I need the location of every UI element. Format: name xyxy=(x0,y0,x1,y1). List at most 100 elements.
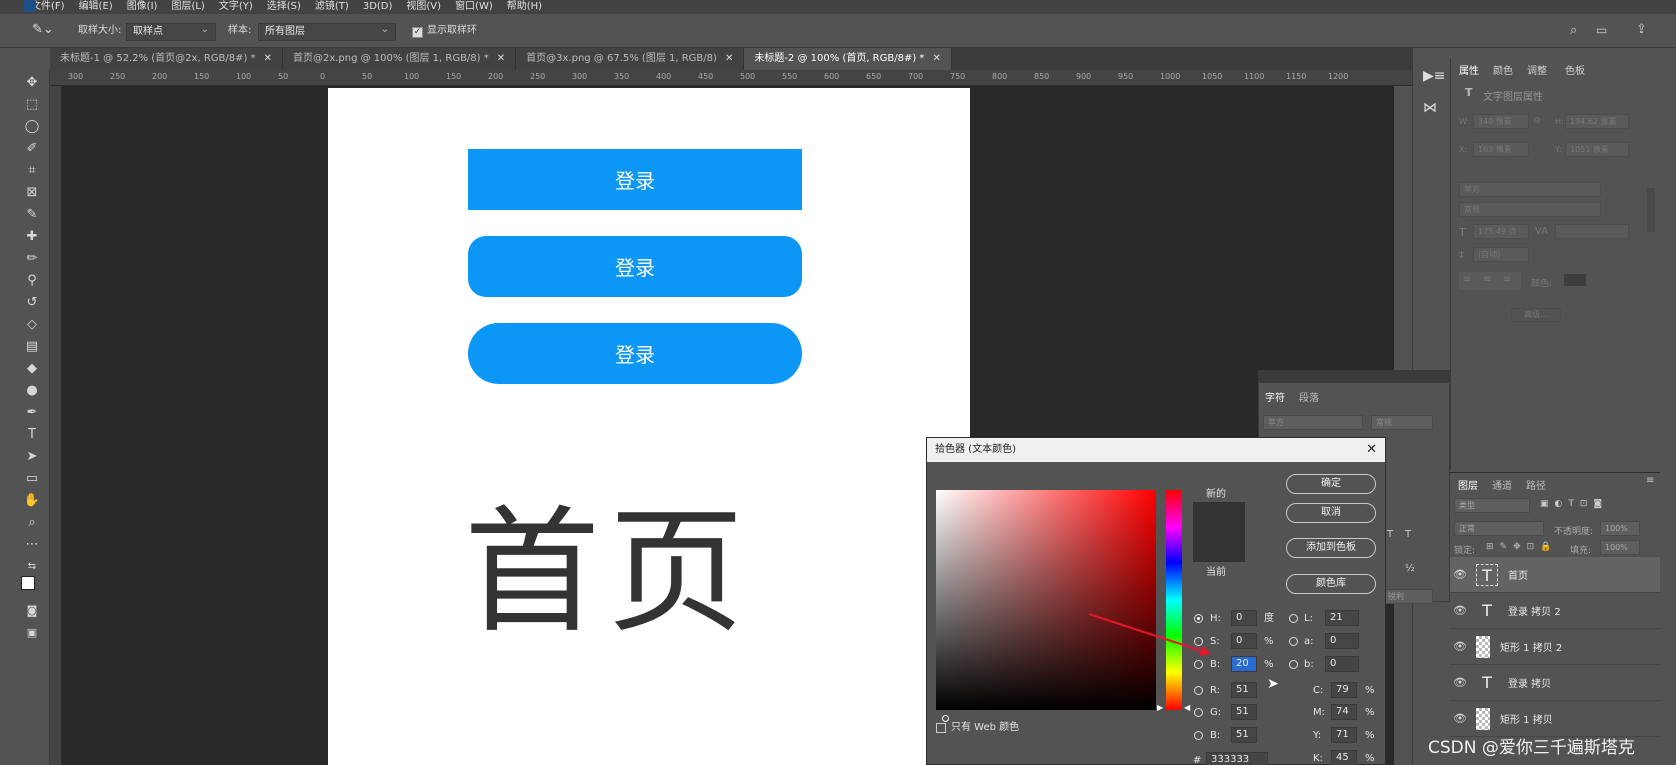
login-button-rect[interactable]: 登录 xyxy=(468,149,802,210)
hue-slider[interactable] xyxy=(1166,490,1182,710)
close-icon[interactable]: ✕ xyxy=(497,48,505,70)
web-only-checkbox[interactable] xyxy=(936,723,946,733)
tab-document-3[interactable]: 首页@3x.png @ 67.5% (图层 1, RGB/8) ✕ xyxy=(516,48,745,70)
fill-field[interactable]: 100% xyxy=(1600,540,1640,555)
tab-document-1[interactable]: 未标题-1 @ 52.2% (首页@2x, RGB/8#) * ✕ xyxy=(50,48,283,70)
layer-row[interactable]: 👁 T 首页 xyxy=(1450,557,1660,593)
workspace-icon[interactable]: ▭ xyxy=(1596,23,1607,37)
layer-row[interactable]: 👁 T 登录 拷贝 xyxy=(1450,665,1660,701)
eyedropper-tool-icon[interactable]: ✎ xyxy=(22,206,42,224)
ok-button[interactable]: 确定 xyxy=(1286,474,1376,494)
layer-row[interactable]: 👁 矩形 1 拷贝 2 xyxy=(1450,629,1660,665)
crop-tool-icon[interactable]: ⌗ xyxy=(22,162,42,180)
eraser-tool-icon[interactable]: ◇ xyxy=(22,316,42,334)
g-radio[interactable] xyxy=(1194,708,1203,717)
b-input[interactable]: 20 xyxy=(1231,656,1257,672)
layer-filter-select[interactable]: 类型 xyxy=(1454,498,1530,513)
quick-select-tool-icon[interactable]: ✐ xyxy=(22,140,42,158)
frame-tool-icon[interactable]: ⊠ xyxy=(22,184,42,202)
more-tools-icon[interactable]: ⋯ xyxy=(22,536,42,554)
sample-size-select[interactable]: 取样点 xyxy=(126,22,216,41)
foreground-color-swatch[interactable] xyxy=(21,576,35,590)
hand-tool-icon[interactable]: ✋ xyxy=(22,492,42,510)
l-radio[interactable] xyxy=(1289,614,1298,623)
healing-brush-tool-icon[interactable]: ✚ xyxy=(22,228,42,246)
login-button-rounded[interactable]: 登录 xyxy=(468,236,802,297)
menu-image[interactable]: 图像(I) xyxy=(120,0,165,14)
show-ring-checkbox[interactable]: ✓ xyxy=(412,27,423,38)
lab-b-input[interactable]: 0 xyxy=(1325,656,1359,672)
r-input[interactable]: 51 xyxy=(1231,682,1257,698)
blend-mode-select[interactable]: 正常 xyxy=(1454,521,1544,536)
cancel-button[interactable]: 取消 xyxy=(1286,503,1376,523)
quick-mask-icon[interactable]: ◙ xyxy=(22,602,42,620)
paths-panel-icon[interactable]: ⋈ xyxy=(1423,100,1437,116)
visibility-eye-icon[interactable]: 👁 xyxy=(1450,568,1470,581)
tab-properties[interactable]: 属性 xyxy=(1459,62,1479,77)
color-libraries-button[interactable]: 颜色库 xyxy=(1286,574,1376,594)
history-brush-tool-icon[interactable]: ↺ xyxy=(22,294,42,312)
document-canvas[interactable]: 登录 登录 登录 首页 xyxy=(328,88,970,765)
blur-tool-icon[interactable]: ◆ xyxy=(22,360,42,378)
visibility-eye-icon[interactable]: 👁 xyxy=(1450,604,1470,617)
menu-filter[interactable]: 滤镜(T) xyxy=(308,0,356,14)
tab-layers[interactable]: 图层 xyxy=(1458,477,1478,492)
subscript-icon[interactable]: T xyxy=(1405,529,1411,540)
layer-row[interactable]: 👁 矩形 1 拷贝 xyxy=(1450,701,1660,737)
swap-colors-icon[interactable]: ⇆ xyxy=(22,558,42,576)
path-select-tool-icon[interactable]: ➤ xyxy=(22,448,42,466)
search-icon[interactable]: ⌕ xyxy=(1570,23,1577,38)
r-radio[interactable] xyxy=(1194,686,1203,695)
s-input[interactable]: 0 xyxy=(1231,633,1257,649)
menu-help[interactable]: 帮助(H) xyxy=(500,0,549,14)
menu-edit[interactable]: 编辑(E) xyxy=(72,0,120,14)
y-input[interactable]: 71 xyxy=(1331,727,1357,743)
lab-b-radio[interactable] xyxy=(1289,660,1298,669)
login-button-pill[interactable]: 登录 xyxy=(468,323,802,384)
menu-3d[interactable]: 3D(D) xyxy=(356,0,400,14)
dodge-tool-icon[interactable]: ● xyxy=(22,382,42,400)
visibility-eye-icon[interactable]: 👁 xyxy=(1450,640,1470,653)
current-color-swatch[interactable] xyxy=(1193,532,1245,562)
close-icon[interactable]: ✕ xyxy=(725,48,733,70)
tab-document-2[interactable]: 首页@2x.png @ 100% (图层 1, RGB/8) * ✕ xyxy=(282,48,517,70)
tab-color[interactable]: 颜色 xyxy=(1493,62,1513,77)
tab-character[interactable]: 字符 xyxy=(1265,389,1285,404)
hue-slider-right-arrow[interactable]: ◀ xyxy=(1184,703,1190,712)
brush-tool-icon[interactable]: ✏ xyxy=(22,250,42,268)
visibility-eye-icon[interactable]: 👁 xyxy=(1450,676,1470,689)
tab-swatches[interactable]: 色板 xyxy=(1565,62,1585,77)
rectangle-tool-icon[interactable]: ▭ xyxy=(22,470,42,488)
home-title-text[interactable]: 首页 xyxy=(464,498,752,648)
tab-paragraph[interactable]: 段落 xyxy=(1299,389,1319,404)
tab-paths[interactable]: 路径 xyxy=(1526,477,1546,492)
blue-input[interactable]: 51 xyxy=(1231,727,1257,743)
character-panel-header[interactable] xyxy=(1259,371,1449,383)
close-icon[interactable]: ✕ xyxy=(264,48,272,70)
m-input[interactable]: 74 xyxy=(1331,704,1357,720)
type-tool-icon[interactable]: T xyxy=(22,426,42,444)
a-radio[interactable] xyxy=(1289,637,1298,646)
fraction-icon[interactable]: ½ xyxy=(1405,563,1415,574)
close-icon[interactable]: ✕ xyxy=(932,48,940,70)
close-icon[interactable]: ✕ xyxy=(1366,438,1377,462)
color-marker[interactable] xyxy=(942,715,949,722)
marquee-tool-icon[interactable]: ⬚ xyxy=(22,96,42,114)
hex-input[interactable]: 333333 xyxy=(1206,752,1268,765)
pen-tool-icon[interactable]: ✒ xyxy=(22,404,42,422)
panel-menu-icon[interactable]: ≡ xyxy=(1646,475,1654,486)
add-to-swatches-button[interactable]: 添加到色板 xyxy=(1286,538,1376,558)
blue-radio[interactable] xyxy=(1194,731,1203,740)
l-input[interactable]: 21 xyxy=(1325,610,1359,626)
screen-mode-icon[interactable]: ▣ xyxy=(22,624,42,642)
hue-slider-left-arrow[interactable]: ▶ xyxy=(1157,703,1163,712)
layer-filter-icons[interactable]: ▣◐T⊡◙ xyxy=(1540,499,1608,509)
history-panel-icon[interactable]: ▶≡ xyxy=(1423,68,1446,84)
zoom-tool-icon[interactable]: ⌕ xyxy=(22,514,42,532)
layer-row[interactable]: 👁 T 登录 拷贝 2 xyxy=(1450,593,1660,629)
tab-channels[interactable]: 通道 xyxy=(1492,477,1512,492)
g-input[interactable]: 51 xyxy=(1231,704,1257,720)
menu-select[interactable]: 选择(S) xyxy=(260,0,308,14)
tab-adjustments[interactable]: 调整 xyxy=(1527,62,1547,77)
tab-document-4[interactable]: 未标题-2 @ 100% (首页, RGB/8#) * ✕ xyxy=(744,48,952,70)
